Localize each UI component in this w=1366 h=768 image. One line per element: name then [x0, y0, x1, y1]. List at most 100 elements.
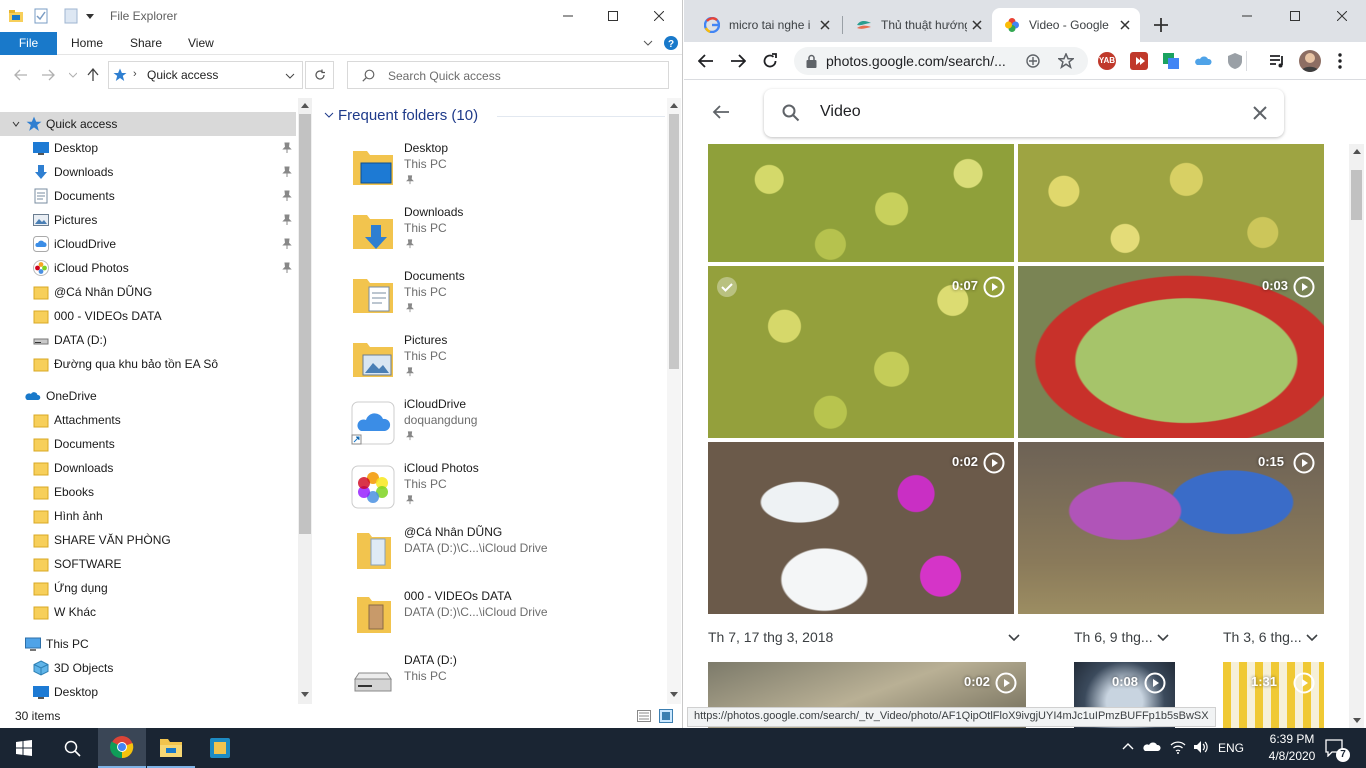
tab-share[interactable]: Share: [130, 32, 162, 55]
kebab-menu-icon[interactable]: [1338, 53, 1342, 69]
photos-search-input[interactable]: Video: [820, 103, 861, 121]
forward-arrow-icon[interactable]: [730, 53, 746, 69]
nav-pane-scrollbar[interactable]: [298, 98, 312, 704]
nav-item-folder[interactable]: Attachments: [0, 408, 296, 432]
tab-thu-thuat[interactable]: Thủ thuật hướng: [844, 8, 990, 42]
back-arrow-icon[interactable]: [12, 66, 30, 84]
folder-tile-desktop[interactable]: Desktop This PC: [347, 141, 667, 203]
nav-item-folder[interactable]: SOFTWARE: [0, 552, 296, 576]
yab-extension-icon[interactable]: YAB: [1098, 52, 1116, 70]
nav-item-folder[interactable]: @Cá Nhân DŨNG: [0, 280, 296, 304]
pin-icon[interactable]: [282, 238, 292, 250]
scroll-up-icon[interactable]: [301, 102, 309, 108]
content-scrollbar[interactable]: [667, 98, 681, 704]
expand-ribbon-icon[interactable]: [643, 39, 653, 47]
details-view-icon[interactable]: [637, 710, 651, 722]
scroll-up-icon[interactable]: [1353, 148, 1361, 154]
bookmark-star-icon[interactable]: [1058, 53, 1074, 69]
profile-avatar[interactable]: [1299, 50, 1321, 72]
nav-item-desktop[interactable]: Desktop: [0, 136, 296, 160]
pin-icon[interactable]: [282, 190, 292, 202]
up-arrow-icon[interactable]: [84, 66, 102, 84]
nav-item-folder[interactable]: Hình ảnh: [0, 504, 296, 528]
search-icon[interactable]: [48, 728, 96, 768]
new-folder-quick-icon[interactable]: [64, 8, 78, 24]
media-control-icon[interactable]: [1268, 52, 1286, 70]
nav-onedrive[interactable]: OneDrive: [0, 384, 296, 408]
new-tab-plus-icon[interactable]: [1154, 18, 1168, 32]
photo-thumbnail[interactable]: [708, 144, 1014, 262]
reload-icon[interactable]: [762, 53, 778, 69]
nav-quick-access[interactable]: Quick access: [0, 112, 296, 136]
install-app-icon[interactable]: [1026, 54, 1040, 68]
nav-item-folder[interactable]: Downloads: [0, 456, 296, 480]
scroll-up-icon[interactable]: [670, 102, 678, 108]
folder-tile-icloud-photos[interactable]: iCloud Photos This PC: [347, 461, 667, 523]
wifi-icon[interactable]: [1170, 740, 1186, 754]
tab-close-icon[interactable]: [1118, 18, 1132, 32]
clock-date[interactable]: 4/8/2020: [1262, 749, 1322, 763]
help-icon[interactable]: ?: [664, 36, 678, 50]
app-taskbar-button[interactable]: [196, 728, 244, 768]
onedrive-tray-icon[interactable]: [1143, 740, 1161, 754]
minimize-button[interactable]: [1224, 0, 1270, 32]
tab-video-google-photos[interactable]: Video - Google: [992, 8, 1140, 42]
nav-this-pc[interactable]: This PC: [0, 632, 296, 656]
drive-tile-data-d[interactable]: DATA (D:) This PC: [347, 653, 667, 705]
nav-item-documents[interactable]: Documents: [0, 184, 296, 208]
pin-icon[interactable]: [282, 214, 292, 226]
nav-item-folder[interactable]: W Khác: [0, 600, 296, 624]
large-icons-view-icon[interactable]: [659, 709, 673, 723]
pin-icon[interactable]: [282, 262, 292, 274]
pin-icon[interactable]: [282, 142, 292, 154]
tab-home[interactable]: Home: [71, 32, 103, 55]
tab-view[interactable]: View: [188, 32, 214, 55]
clear-search-icon[interactable]: [1252, 105, 1268, 121]
chevron-down-icon[interactable]: [1157, 634, 1169, 642]
photo-thumbnail[interactable]: [1018, 144, 1324, 262]
address-bar[interactable]: › Quick access: [108, 61, 303, 89]
maximize-button[interactable]: [1272, 0, 1318, 32]
nav-item-desktop[interactable]: Desktop: [0, 680, 296, 704]
video-extension-icon[interactable]: [1130, 52, 1148, 70]
folder-tile-downloads[interactable]: Downloads This PC: [347, 205, 667, 267]
language-indicator[interactable]: ENG: [1218, 728, 1244, 768]
select-check-icon[interactable]: [716, 276, 738, 298]
close-button[interactable]: [1319, 0, 1365, 32]
nav-item-folder[interactable]: SHARE VĂN PHÒNG: [0, 528, 296, 552]
video-thumbnail[interactable]: 0:15: [1018, 442, 1324, 614]
scroll-down-icon[interactable]: [301, 692, 309, 698]
tab-close-icon[interactable]: [818, 18, 832, 32]
video-thumbnail[interactable]: 0:07: [708, 266, 1014, 438]
back-arrow-icon[interactable]: [712, 104, 730, 120]
folder-tile-documents[interactable]: Documents This PC: [347, 269, 667, 331]
translate-extension-icon[interactable]: [1162, 52, 1180, 70]
tray-overflow-icon[interactable]: [1122, 742, 1134, 750]
scroll-thumb[interactable]: [299, 114, 311, 534]
nav-item-iclouddrive[interactable]: iCloudDrive: [0, 232, 296, 256]
start-windows-icon[interactable]: [0, 728, 48, 768]
video-thumbnail[interactable]: 1:31: [1223, 662, 1324, 728]
folder-tile-pictures[interactable]: Pictures This PC: [347, 333, 667, 395]
page-scrollbar[interactable]: [1349, 144, 1364, 728]
tab-close-icon[interactable]: [970, 18, 984, 32]
nav-item-pictures[interactable]: Pictures: [0, 208, 296, 232]
recent-locations-icon[interactable]: [64, 66, 82, 84]
photos-search-box[interactable]: Video: [764, 89, 1284, 137]
refresh-button[interactable]: [305, 61, 334, 89]
forward-arrow-icon[interactable]: [39, 66, 57, 84]
chevron-down-icon[interactable]: [1306, 634, 1318, 642]
minimize-button[interactable]: [545, 0, 591, 32]
nav-item-3d-objects[interactable]: 3D Objects: [0, 656, 296, 680]
nav-item-drive[interactable]: DATA (D:): [0, 328, 296, 352]
omnibox[interactable]: photos.google.com/search/...: [794, 47, 1088, 75]
breadcrumb[interactable]: Quick access: [147, 68, 218, 82]
chevron-down-icon[interactable]: [1008, 634, 1020, 642]
folder-tile-ca-nhan-dung[interactable]: @Cá Nhân DŨNG DATA (D:)\C...\iCloud Driv…: [347, 525, 667, 587]
close-button[interactable]: [636, 0, 682, 32]
quick-properties-icon[interactable]: [34, 8, 48, 24]
volume-icon[interactable]: [1193, 740, 1209, 754]
customize-toolbar-icon[interactable]: [86, 12, 94, 20]
nav-item-folder[interactable]: Đường qua khu bảo tồn EA Sô: [0, 352, 296, 376]
clock-time[interactable]: 6:39 PM: [1262, 732, 1322, 746]
